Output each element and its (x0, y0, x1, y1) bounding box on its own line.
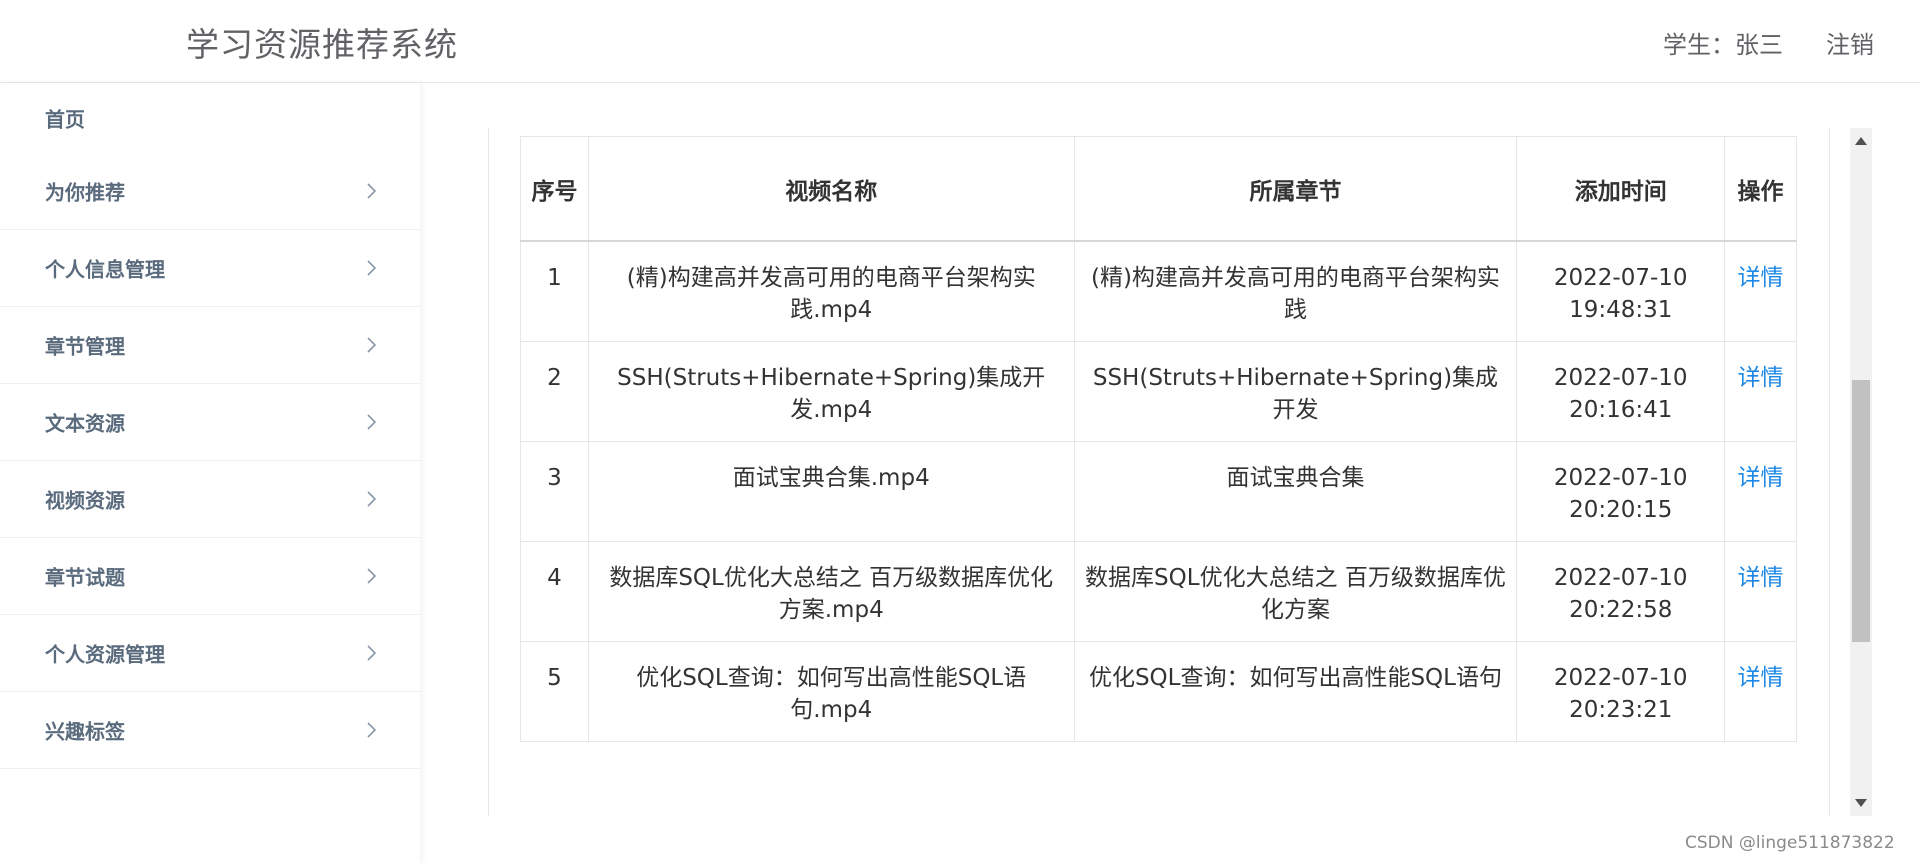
scrollbar-thumb[interactable] (1852, 380, 1870, 642)
chevron-right-icon (367, 414, 377, 430)
vertical-scrollbar[interactable] (1850, 128, 1872, 816)
sidebar-item-label: 个人信息管理 (45, 257, 165, 282)
chevron-right-icon (367, 568, 377, 584)
details-link[interactable]: 详情 (1724, 640, 1797, 742)
sidebar-item-text-resources[interactable]: 文本资源 (0, 384, 420, 461)
sidebar-item-label: 为你推荐 (45, 180, 125, 205)
cell-index: 1 (520, 240, 589, 342)
table-row: 2 SSH(Struts+Hibernate+Spring)集成开发.mp4 S… (520, 340, 1797, 442)
details-link[interactable]: 详情 (1724, 340, 1797, 442)
sidebar-menu: 首页 为你推荐 个人信息管理 章节管理 文本资源 视频资源 章节试题 个人资源管… (0, 83, 420, 864)
chevron-right-icon (367, 722, 377, 738)
scroll-up-arrow-icon[interactable] (1855, 137, 1867, 145)
sidebar-item-label: 章节试题 (45, 565, 125, 590)
column-header-chapter: 所属章节 (1073, 136, 1518, 242)
cell-chapter: 数据库SQL优化大总结之 百万级数据库优化方案 (1073, 540, 1518, 642)
cell-index: 2 (520, 340, 589, 442)
column-header-added-time: 添加时间 (1516, 136, 1726, 242)
chevron-right-icon (367, 337, 377, 353)
cell-added-time: 2022-07-10 20:20:15 (1516, 440, 1726, 542)
sidebar-item-home[interactable]: 首页 (0, 83, 420, 153)
chevron-right-icon (367, 260, 377, 276)
scroll-down-arrow-icon[interactable] (1855, 799, 1867, 807)
sidebar-item-label: 兴趣标签 (45, 719, 125, 744)
table-row: 1 (精)构建高并发高可用的电商平台架构实践.mp4 (精)构建高并发高可用的电… (520, 240, 1797, 342)
cell-added-time: 2022-07-10 19:48:31 (1516, 240, 1726, 342)
details-link[interactable]: 详情 (1724, 240, 1797, 342)
cell-chapter: SSH(Struts+Hibernate+Spring)集成开发 (1073, 340, 1518, 442)
cell-chapter: (精)构建高并发高可用的电商平台架构实践 (1073, 240, 1518, 342)
cell-video-name: (精)构建高并发高可用的电商平台架构实践.mp4 (587, 240, 1075, 342)
cell-added-time: 2022-07-10 20:16:41 (1516, 340, 1726, 442)
table-row: 5 优化SQL查询：如何写出高性能SQL语句.mp4 优化SQL查询：如何写出高… (520, 640, 1797, 742)
table-header-row: 序号 视频名称 所属章节 添加时间 操作 (520, 136, 1797, 242)
cell-video-name: 面试宝典合集.mp4 (587, 440, 1075, 542)
sidebar-item-personal-resources[interactable]: 个人资源管理 (0, 615, 420, 692)
sidebar-item-label: 视频资源 (45, 488, 125, 513)
chevron-right-icon (367, 645, 377, 661)
sidebar-item-video-resources[interactable]: 视频资源 (0, 461, 420, 538)
cell-added-time: 2022-07-10 20:22:58 (1516, 540, 1726, 642)
cell-video-name: 数据库SQL优化大总结之 百万级数据库优化方案.mp4 (587, 540, 1075, 642)
chevron-right-icon (367, 491, 377, 507)
sidebar-item-label: 文本资源 (45, 411, 125, 436)
details-link[interactable]: 详情 (1724, 440, 1797, 542)
cell-chapter: 面试宝典合集 (1073, 440, 1518, 542)
column-header-video-name: 视频名称 (587, 136, 1075, 242)
sidebar-item-interest-tags[interactable]: 兴趣标签 (0, 692, 420, 769)
chevron-right-icon (367, 183, 377, 199)
sidebar-item-label: 章节管理 (45, 334, 125, 359)
video-resource-table: 序号 视频名称 所属章节 添加时间 操作 1 (精)构建高并发高可用的电商平台架… (520, 136, 1797, 742)
sidebar-item-label: 个人资源管理 (45, 642, 165, 667)
watermark-text: CSDN @linge511873822 (1685, 833, 1895, 853)
main-content: 序号 视频名称 所属章节 添加时间 操作 1 (精)构建高并发高可用的电商平台架… (488, 128, 1830, 816)
cell-chapter: 优化SQL查询：如何写出高性能SQL语句 (1073, 640, 1518, 742)
sidebar-item-chapters[interactable]: 章节管理 (0, 307, 420, 384)
table-row: 3 面试宝典合集.mp4 面试宝典合集 2022-07-10 20:20:15 … (520, 440, 1797, 542)
sidebar-item-recommend[interactable]: 为你推荐 (0, 153, 420, 230)
app-title: 学习资源推荐系统 (186, 25, 458, 64)
details-link[interactable]: 详情 (1724, 540, 1797, 642)
current-user-label: 学生：张三 (1663, 31, 1783, 59)
table-row: 4 数据库SQL优化大总结之 百万级数据库优化方案.mp4 数据库SQL优化大总… (520, 540, 1797, 642)
cell-video-name: SSH(Struts+Hibernate+Spring)集成开发.mp4 (587, 340, 1075, 442)
cell-index: 3 (520, 440, 589, 542)
sidebar-item-label: 首页 (45, 107, 85, 132)
cell-video-name: 优化SQL查询：如何写出高性能SQL语句.mp4 (587, 640, 1075, 742)
logout-button[interactable]: 注销 (1826, 25, 1874, 60)
top-header: 学习资源推荐系统 学生：张三 注销 (0, 0, 1920, 83)
cell-index: 5 (520, 640, 589, 742)
column-header-ops: 操作 (1724, 136, 1797, 242)
cell-index: 4 (520, 540, 589, 642)
column-header-index: 序号 (520, 136, 589, 242)
sidebar-item-chapter-quizzes[interactable]: 章节试题 (0, 538, 420, 615)
cell-added-time: 2022-07-10 20:23:21 (1516, 640, 1726, 742)
sidebar-item-profile[interactable]: 个人信息管理 (0, 230, 420, 307)
